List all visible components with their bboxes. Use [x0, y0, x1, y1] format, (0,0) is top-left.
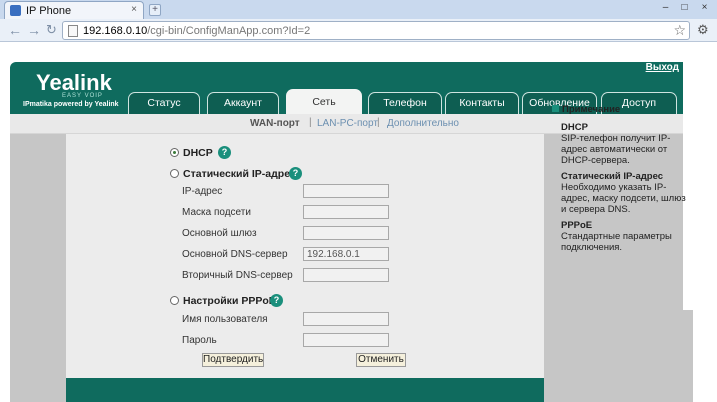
- primary-dns-label: Основной DNS-сервер: [182, 249, 288, 260]
- help-icon[interactable]: ?: [289, 167, 302, 180]
- maximize-icon[interactable]: □: [675, 1, 694, 16]
- page: Выход Yealink EASY VOIP IPmatika powered…: [0, 42, 717, 402]
- yealink-logo: Yealink EASY VOIP IPmatika powered by Ye…: [22, 70, 132, 110]
- window-close-icon[interactable]: ×: [695, 1, 714, 16]
- note-heading-text: Примечание: [562, 104, 621, 115]
- subnet-mask-label: Маска подсети: [182, 207, 251, 218]
- back-arrow-icon[interactable]: ←: [8, 23, 22, 37]
- pppoe-label: Настройки PPPoE: [183, 295, 276, 307]
- confirm-button[interactable]: Подтвердить: [202, 353, 264, 367]
- browser-titlebar: IP Phone × + – □ ×: [0, 0, 717, 19]
- secondary-dns-label: Вторичный DNS-сервер: [182, 270, 293, 281]
- subnav-wan-port[interactable]: WAN-порт: [250, 118, 300, 129]
- note-bullet-icon: [552, 105, 559, 112]
- pppoe-radio[interactable]: [170, 296, 179, 305]
- password-input[interactable]: [303, 333, 389, 347]
- tab-network[interactable]: Сеть: [286, 89, 362, 114]
- ip-address-label: IP-адрес: [182, 186, 223, 197]
- browser-tab-title: IP Phone: [26, 5, 72, 17]
- forward-arrow-icon[interactable]: →: [27, 23, 41, 37]
- static-ip-label: Статический IP-адрес: [183, 168, 296, 180]
- help-icon[interactable]: ?: [270, 294, 283, 307]
- tab-phone[interactable]: Телефон: [368, 92, 442, 114]
- note-title: DHCP: [561, 122, 588, 133]
- favicon-icon: [10, 5, 21, 16]
- logout-link[interactable]: Выход: [646, 62, 679, 73]
- wan-settings-form: DHCP ? Статический IP-адрес ? IP-адрес М…: [66, 134, 544, 378]
- note-pppoe: PPPoE Стандартные параметры подключения.: [561, 220, 691, 253]
- subnet-mask-input[interactable]: [303, 205, 389, 219]
- wrench-icon[interactable]: ⚙: [697, 22, 709, 38]
- close-icon[interactable]: ×: [131, 4, 137, 15]
- footer-bar: [66, 378, 544, 402]
- subnav-separator: |: [377, 117, 380, 128]
- static-ip-radio[interactable]: [170, 169, 179, 178]
- cancel-button[interactable]: Отменить: [356, 353, 406, 367]
- logo-tagline: IPmatika powered by Yealink: [23, 101, 119, 108]
- username-input[interactable]: [303, 312, 389, 326]
- browser-toolbar: ← → ↻ 192.168.0.10/cgi-bin/ConfigManApp.…: [0, 19, 717, 42]
- browser-tab[interactable]: IP Phone ×: [4, 1, 144, 19]
- tab-contacts[interactable]: Контакты: [445, 92, 519, 114]
- page-icon: [68, 25, 78, 37]
- url-host: 192.168.0.10: [83, 25, 148, 37]
- note-title: PPPoE: [561, 220, 593, 231]
- note-dhcp: DHCP SIP-телефон получит IP-адрес автома…: [561, 122, 691, 166]
- url-path: /cgi-bin/ConfigManApp.com?Id=2: [147, 25, 311, 37]
- new-tab-button[interactable]: +: [149, 4, 161, 16]
- username-label: Имя пользователя: [182, 314, 268, 325]
- note-title: Статический IP-адрес: [561, 171, 664, 182]
- note-text: SIP-телефон получит IP-адрес автоматичес…: [561, 133, 671, 166]
- subnav-separator: |: [309, 117, 312, 128]
- dhcp-radio[interactable]: [170, 148, 179, 157]
- password-label: Пароль: [182, 335, 217, 346]
- note-static-ip: Статический IP-адрес Необходимо указать …: [561, 171, 691, 215]
- subnav-lan-pc-port[interactable]: LAN-PC-порт: [317, 118, 378, 129]
- star-icon[interactable]: ☆: [673, 22, 686, 39]
- secondary-dns-input[interactable]: [303, 268, 389, 282]
- ip-address-input[interactable]: [303, 184, 389, 198]
- logo-subtext: EASY VOIP: [62, 93, 103, 99]
- subnav-advanced[interactable]: Дополнительно: [387, 118, 459, 129]
- reload-icon[interactable]: ↻: [46, 23, 57, 37]
- minimize-icon[interactable]: –: [656, 1, 675, 16]
- gateway-label: Основной шлюз: [182, 228, 257, 239]
- note-text: Необходимо указать IP-адрес, маску подсе…: [561, 182, 686, 215]
- address-bar[interactable]: 192.168.0.10/cgi-bin/ConfigManApp.com?Id…: [62, 21, 690, 40]
- primary-dns-input[interactable]: [303, 247, 389, 261]
- help-icon[interactable]: ?: [218, 146, 231, 159]
- note-text: Стандартные параметры подключения.: [561, 231, 672, 253]
- url-text[interactable]: 192.168.0.10/cgi-bin/ConfigManApp.com?Id…: [83, 25, 310, 37]
- gateway-input[interactable]: [303, 226, 389, 240]
- dhcp-label: DHCP: [183, 147, 213, 159]
- tab-account[interactable]: Аккаунт: [207, 92, 279, 114]
- tab-status[interactable]: Статус: [128, 92, 200, 114]
